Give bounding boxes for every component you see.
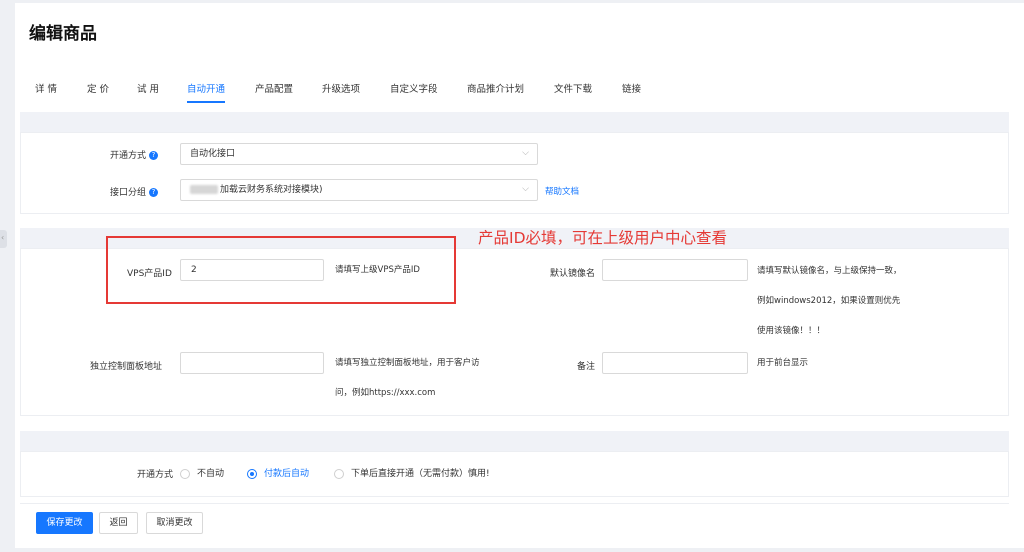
open-mode-select[interactable]: 自动化接口 ⌵ xyxy=(180,143,538,165)
panel-address-input[interactable] xyxy=(180,352,324,374)
tab-pricing[interactable]: 定 价 xyxy=(87,81,109,101)
chevron-left-icon: ‹ xyxy=(1,233,5,242)
default-image-label: 默认镜像名 xyxy=(550,269,596,279)
radio-circle xyxy=(247,468,257,479)
tab-trial[interactable]: 试 用 xyxy=(137,81,159,101)
panel-address-label: 独立控制面板地址 xyxy=(90,362,163,372)
chevron-down-icon: ⌵ xyxy=(522,148,529,158)
radio-circle xyxy=(334,468,344,479)
panel-address-hint: 请填写独立控制面板地址，用于客户访问，例如https://xxx.com xyxy=(335,358,480,398)
radio-auto-after-payment[interactable]: 付款后自动 xyxy=(247,466,309,479)
remark-hint: 用于前台显示 xyxy=(757,358,809,368)
annotation-text: 产品ID必填，可在上级用户中心查看 xyxy=(478,229,728,247)
save-button[interactable]: 保存更改 xyxy=(36,512,93,534)
help-doc-link[interactable]: 帮助文档 xyxy=(545,185,579,197)
radio-circle xyxy=(180,468,190,479)
tab-product-config[interactable]: 产品配置 xyxy=(255,81,293,101)
remark-input[interactable] xyxy=(602,352,748,374)
help-icon[interactable]: ? xyxy=(149,188,159,197)
cancel-button[interactable]: 取消更改 xyxy=(146,512,203,534)
tab-links[interactable]: 链接 xyxy=(622,81,641,101)
section-header-bar xyxy=(20,112,1009,132)
api-group-label: 接口分组? xyxy=(110,185,159,198)
tab-file-download[interactable]: 文件下载 xyxy=(554,81,592,101)
api-group-select-value: 加载云财务系统对接模块) xyxy=(220,185,323,195)
open-mode-label: 开通方式? xyxy=(110,148,159,161)
footer-divider xyxy=(20,503,1009,504)
tab-referral-program[interactable]: 商品推介计划 xyxy=(467,81,524,101)
remark-label: 备注 xyxy=(577,362,596,372)
default-image-hint: 请填写默认镜像名，与上级保持一致，例如windows2012，如果设置则优先使用… xyxy=(757,266,902,336)
api-group-select[interactable]: 加载云财务系统对接模块) ⌵ xyxy=(180,179,538,201)
tab-auto-provision[interactable]: 自动开通 xyxy=(187,81,226,103)
annotation-highlight-box xyxy=(106,236,456,304)
back-button[interactable]: 返回 xyxy=(99,512,138,534)
tab-custom-fields[interactable]: 自定义字段 xyxy=(390,81,438,101)
section-header-bar xyxy=(20,431,1009,451)
chevron-down-icon: ⌵ xyxy=(522,184,529,194)
provision-timing-label: 开通方式 xyxy=(137,470,174,480)
radio-open-on-order[interactable]: 下单后直接开通（无需付款）慎用! xyxy=(334,466,490,479)
tab-upgrade-options[interactable]: 升级选项 xyxy=(322,81,360,101)
open-mode-select-value: 自动化接口 xyxy=(190,149,236,159)
page-title: 编辑商品 xyxy=(29,24,97,44)
default-image-input[interactable] xyxy=(602,259,748,281)
tab-details[interactable]: 详 情 xyxy=(35,81,57,101)
sidebar-collapse-handle[interactable]: ‹ xyxy=(0,230,7,248)
radio-no-auto[interactable]: 不自动 xyxy=(180,466,224,479)
redacted-text xyxy=(190,185,218,194)
help-icon[interactable]: ? xyxy=(149,151,159,160)
